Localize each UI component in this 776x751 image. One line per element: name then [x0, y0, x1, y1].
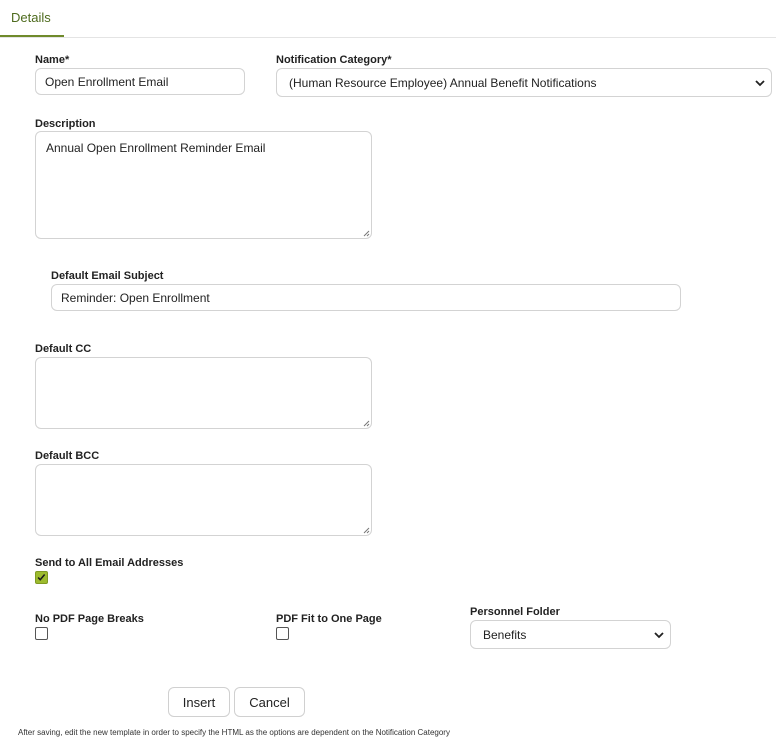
notification-category-value: (Human Resource Employee) Annual Benefit… [289, 75, 597, 90]
no-pdf-page-breaks-checkbox[interactable] [35, 627, 48, 640]
pdf-fit-one-page-label: PDF Fit to One Page [276, 613, 382, 625]
description-textarea[interactable]: Annual Open Enrollment Reminder Email [35, 131, 372, 239]
chevron-down-icon [755, 79, 765, 86]
name-input[interactable]: Open Enrollment Email [35, 68, 245, 95]
name-input-value: Open Enrollment Email [45, 74, 169, 89]
pdf-fit-one-page-checkbox[interactable] [276, 627, 289, 640]
resize-grip-icon[interactable] [362, 229, 370, 237]
description-value: Annual Open Enrollment Reminder Email [46, 141, 266, 155]
default-email-subject-input[interactable]: Reminder: Open Enrollment [51, 284, 681, 311]
personnel-folder-label: Personnel Folder [470, 606, 560, 618]
tab-details-label: Details [11, 10, 51, 25]
description-label: Description [35, 118, 96, 130]
footer-note: After saving, edit the new template in o… [18, 728, 450, 737]
chevron-down-icon [654, 631, 664, 638]
default-cc-label: Default CC [35, 343, 92, 355]
cancel-button[interactable]: Cancel [234, 687, 305, 717]
no-pdf-page-breaks-label: No PDF Page Breaks [35, 613, 144, 625]
default-email-subject-value: Reminder: Open Enrollment [61, 290, 210, 305]
personnel-folder-select[interactable]: Benefits [470, 620, 671, 649]
personnel-folder-value: Benefits [483, 627, 527, 642]
default-bcc-label: Default BCC [35, 450, 100, 462]
resize-grip-icon[interactable] [362, 526, 370, 534]
default-bcc-textarea[interactable] [35, 464, 372, 536]
notification-category-label: Notification Category* [276, 54, 392, 66]
tab-details[interactable]: Details [0, 0, 64, 37]
name-label: Name* [35, 54, 70, 66]
insert-button[interactable]: Insert [168, 687, 230, 717]
send-to-all-label: Send to All Email Addresses [35, 557, 184, 569]
default-email-subject-label: Default Email Subject [51, 270, 164, 282]
tab-bar: Details [0, 0, 776, 38]
checkmark-icon [37, 574, 46, 581]
default-cc-textarea[interactable] [35, 357, 372, 429]
resize-grip-icon[interactable] [362, 419, 370, 427]
notification-category-select[interactable]: (Human Resource Employee) Annual Benefit… [276, 68, 772, 97]
send-to-all-checkbox[interactable] [35, 571, 48, 584]
